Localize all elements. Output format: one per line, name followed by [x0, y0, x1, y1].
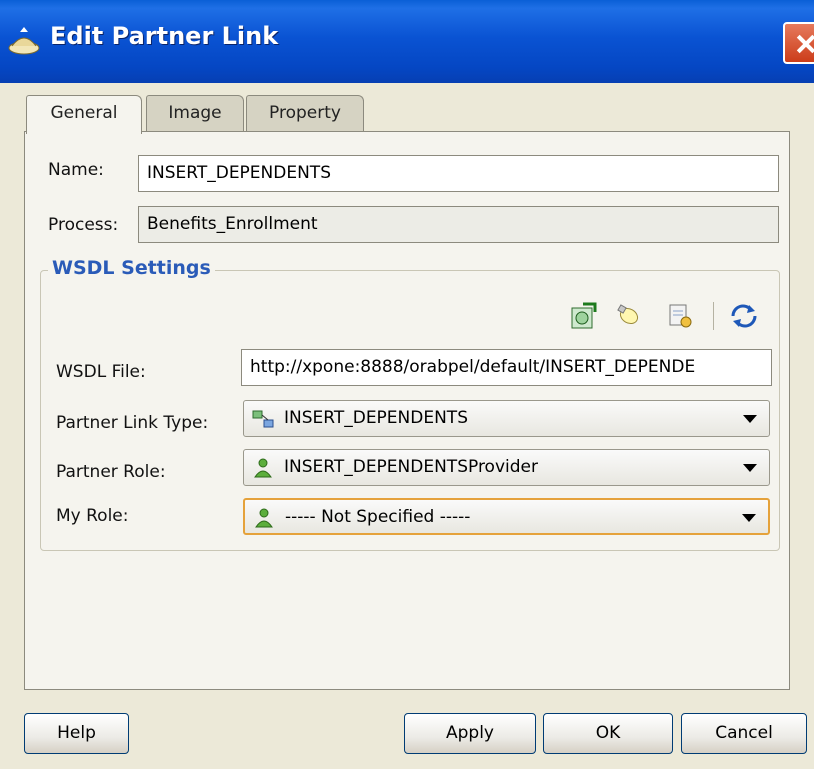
partner-role-select[interactable]: INSERT_DEPENDENTSProvider	[243, 449, 770, 486]
app-icon	[8, 27, 40, 55]
window-title: Edit Partner Link	[50, 22, 279, 50]
wsdl-file-field[interactable]: http://xpone:8888/orabpel/default/INSERT…	[241, 349, 772, 386]
chevron-down-icon	[743, 464, 757, 472]
lightbulb-icon[interactable]	[616, 302, 644, 330]
process-label: Process:	[48, 215, 119, 235]
apply-button[interactable]: Apply	[404, 713, 536, 754]
help-button-label: Help	[57, 723, 96, 743]
partner-link-type-label: Partner Link Type:	[56, 413, 209, 433]
ok-button-label: OK	[595, 723, 621, 743]
my-role-label: My Role:	[56, 506, 129, 526]
cancel-button[interactable]: Cancel	[681, 713, 807, 754]
partner-link-type-select[interactable]: INSERT_DEPENDENTS	[243, 400, 770, 437]
close-button[interactable]	[783, 22, 814, 64]
role-icon	[255, 508, 273, 528]
partner-role-label: Partner Role:	[56, 462, 166, 482]
cancel-button-label: Cancel	[715, 723, 773, 743]
tab-property[interactable]: Property	[246, 95, 364, 132]
help-button[interactable]: Help	[24, 713, 129, 754]
tab-general[interactable]: General	[26, 95, 142, 134]
ok-button[interactable]: OK	[543, 713, 673, 754]
service-explorer-icon[interactable]	[569, 302, 597, 330]
chevron-down-icon	[742, 514, 756, 522]
toolbar-separator	[713, 302, 714, 330]
title-bar[interactable]: Edit Partner Link	[0, 0, 814, 83]
process-field: Benefits_Enrollment	[138, 206, 779, 243]
partner-link-type-value: INSERT_DEPENDENTS	[284, 408, 468, 428]
refresh-icon[interactable]	[728, 302, 760, 330]
chevron-down-icon	[743, 415, 757, 423]
name-label: Name:	[48, 160, 104, 180]
wsdl-file-label: WSDL File:	[56, 362, 146, 382]
partner-role-value: INSERT_DEPENDENTSProvider	[284, 457, 538, 477]
apply-button-label: Apply	[446, 723, 494, 743]
role-icon	[254, 458, 272, 478]
name-field[interactable]: INSERT_DEPENDENTS	[138, 155, 779, 192]
my-role-select[interactable]: ----- Not Specified -----	[243, 498, 770, 535]
browse-wsdl-icon[interactable]	[666, 302, 694, 330]
wsdl-settings-title: WSDL Settings	[48, 257, 215, 279]
partner-link-type-icon	[252, 410, 274, 428]
my-role-value: ----- Not Specified -----	[285, 507, 471, 527]
tab-image[interactable]: Image	[146, 95, 244, 132]
